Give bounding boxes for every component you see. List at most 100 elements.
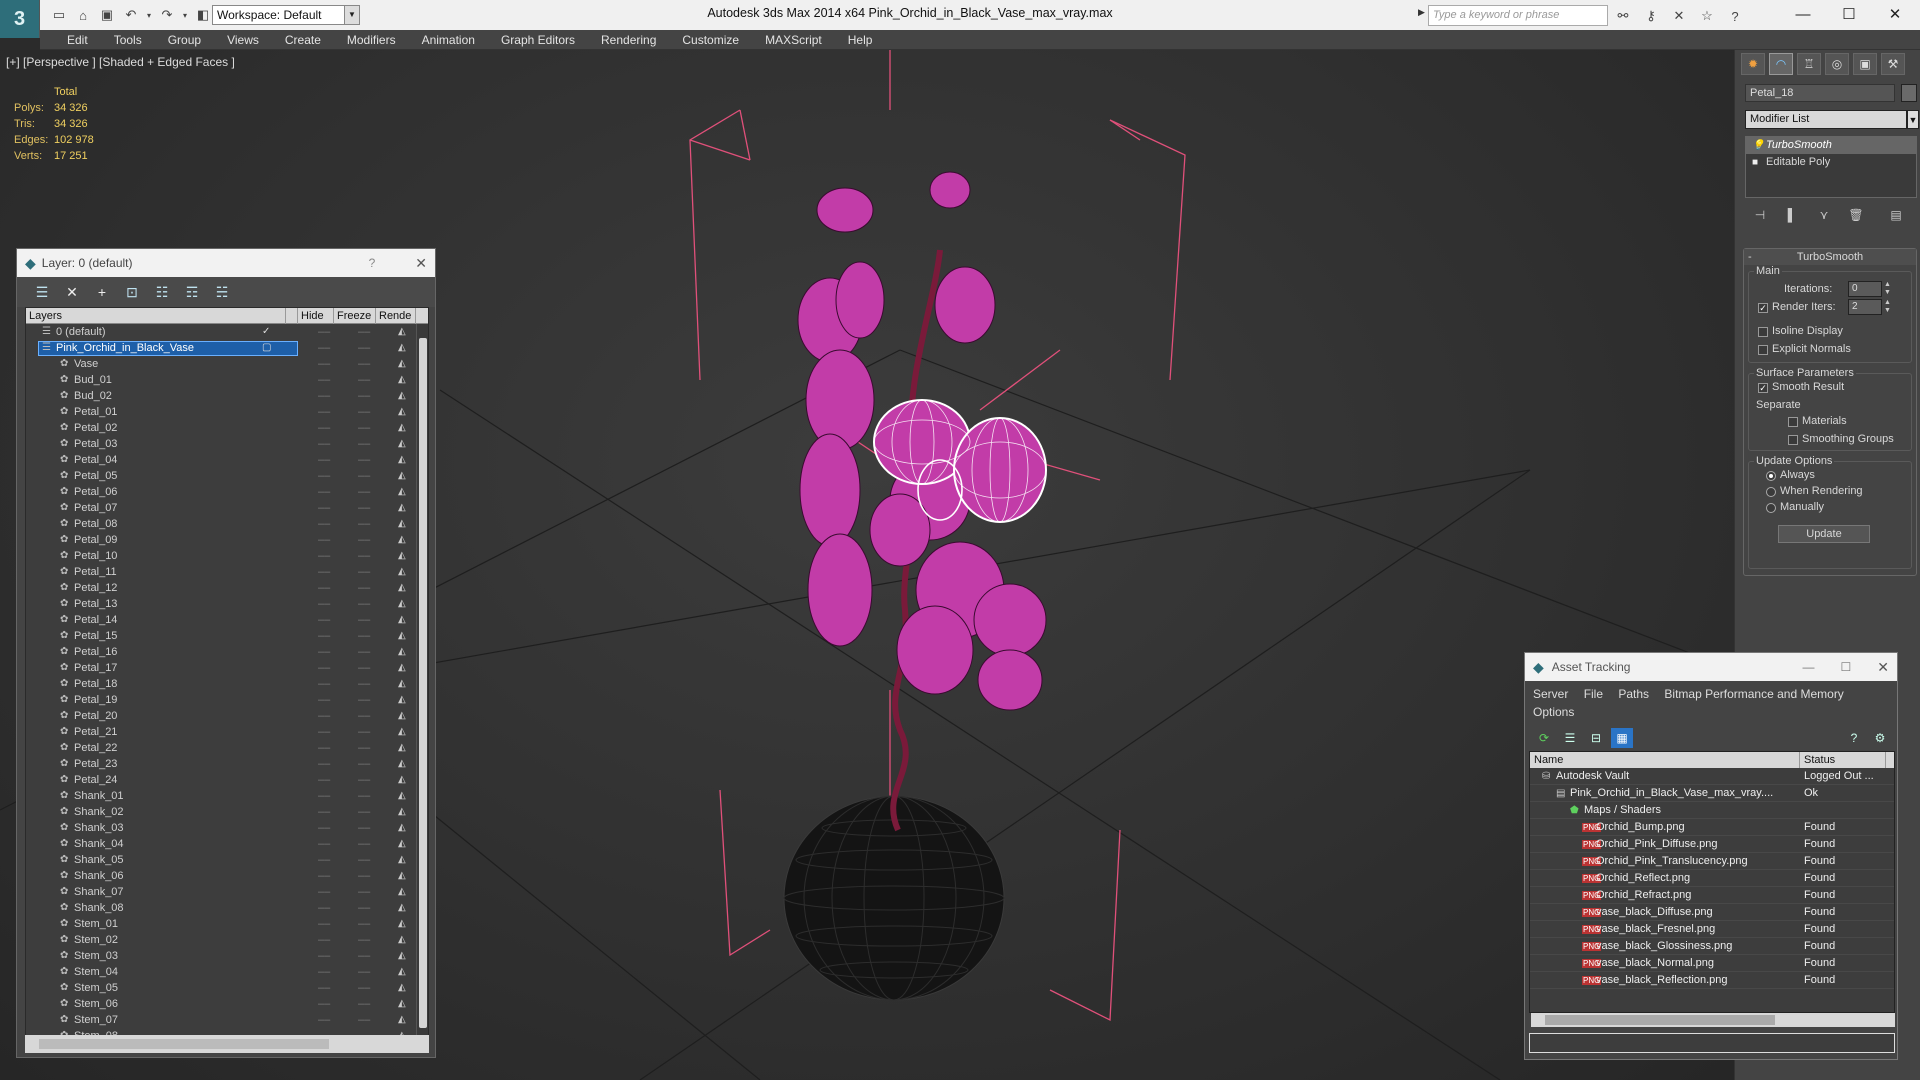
highlight-layer-icon[interactable]: ☷ <box>151 281 173 303</box>
asset-menu-options[interactable]: Options <box>1533 705 1574 719</box>
stack-item-turbosmooth[interactable]: 💡 TurboSmooth <box>1746 137 1916 154</box>
render-teapot-icon[interactable]: ◭ <box>398 372 406 388</box>
hierarchy-tab-icon[interactable]: ♖ <box>1797 53 1821 75</box>
render-teapot-icon[interactable]: ◭ <box>398 740 406 756</box>
layer-row[interactable]: ✿ Shank_06 –– –– ◭ <box>26 868 428 884</box>
render-teapot-icon[interactable]: ◭ <box>398 788 406 804</box>
current-layer-icon[interactable]: ✓ <box>262 324 270 340</box>
object-name-field[interactable]: Petal_18 <box>1745 84 1895 102</box>
minimize-icon[interactable]: — <box>1780 0 1826 28</box>
freeze-toggle[interactable]: –– <box>358 468 370 484</box>
select-objects-icon[interactable]: ⊡ <box>121 281 143 303</box>
freeze-toggle[interactable]: –– <box>358 868 370 884</box>
freeze-toggle[interactable]: –– <box>358 516 370 532</box>
hide-toggle[interactable]: –– <box>318 900 330 916</box>
render-teapot-icon[interactable]: ◭ <box>398 612 406 628</box>
redo-icon[interactable]: ↷ <box>156 4 178 26</box>
render-teapot-icon[interactable]: ◭ <box>398 804 406 820</box>
render-teapot-icon[interactable]: ◭ <box>398 324 406 340</box>
configure-sets-icon[interactable]: ▤ <box>1887 208 1905 222</box>
render-teapot-icon[interactable]: ◭ <box>398 772 406 788</box>
iterations-spin-arrows-icon[interactable]: ▲ ▼ <box>1884 281 1892 297</box>
freeze-toggle[interactable]: –– <box>358 788 370 804</box>
render-teapot-icon[interactable]: ◭ <box>398 500 406 516</box>
hide-toggle[interactable]: –– <box>318 388 330 404</box>
hide-toggle[interactable]: –– <box>318 868 330 884</box>
freeze-toggle[interactable]: –– <box>358 500 370 516</box>
hide-toggle[interactable]: –– <box>318 564 330 580</box>
render-teapot-icon[interactable]: ◭ <box>398 836 406 852</box>
layer-row[interactable]: ✿ Stem_03 –– –– ◭ <box>26 948 428 964</box>
smoothing-groups-checkbox[interactable] <box>1788 435 1798 445</box>
layer-help-icon[interactable]: ? <box>369 256 376 270</box>
hide-toggle[interactable]: –– <box>318 772 330 788</box>
undo-dropdown-icon[interactable]: ▾ <box>144 4 154 26</box>
col-layers[interactable]: Layers <box>26 308 286 324</box>
layer-row[interactable]: ✿ Petal_19 –– –– ◭ <box>26 692 428 708</box>
render-teapot-icon[interactable]: ◭ <box>398 916 406 932</box>
layer-row[interactable]: ✿ Stem_01 –– –– ◭ <box>26 916 428 932</box>
asset-menu-bitmap[interactable]: Bitmap Performance and Memory <box>1664 687 1843 701</box>
layer-vertical-scrollbar[interactable] <box>416 324 428 1048</box>
layer-row[interactable]: ✿ Petal_23 –– –– ◭ <box>26 756 428 772</box>
new-file-icon[interactable]: ▭ <box>48 4 70 26</box>
freeze-toggle[interactable]: –– <box>358 852 370 868</box>
asset-menu-paths[interactable]: Paths <box>1618 687 1649 701</box>
layer-horizontal-scrollbar[interactable] <box>25 1035 429 1053</box>
motion-tab-icon[interactable]: ◎ <box>1825 53 1849 75</box>
manually-radio[interactable] <box>1766 503 1776 513</box>
render-teapot-icon[interactable]: ◭ <box>398 356 406 372</box>
modifier-list-dropdown[interactable]: Modifier List <box>1745 110 1907 129</box>
menu-tools[interactable]: Tools <box>101 30 155 50</box>
hide-toggle[interactable]: –– <box>318 404 330 420</box>
help-icon[interactable]: ? <box>1724 5 1746 27</box>
render-teapot-icon[interactable]: ◭ <box>398 532 406 548</box>
layer-row[interactable]: ✿ Stem_07 –– –– ◭ <box>26 1012 428 1028</box>
hide-toggle[interactable]: –– <box>318 804 330 820</box>
project-folder-icon[interactable]: ◧ <box>192 4 214 26</box>
asset-help-icon[interactable]: ? <box>1843 728 1865 748</box>
asset-minimize-icon[interactable]: — <box>1803 660 1815 674</box>
freeze-toggle[interactable]: –– <box>358 708 370 724</box>
layer-close-icon[interactable]: ✕ <box>415 255 427 272</box>
render-teapot-icon[interactable]: ◭ <box>398 340 406 356</box>
hide-toggle[interactable]: –– <box>318 1012 330 1028</box>
freeze-toggle[interactable]: –– <box>358 964 370 980</box>
iterations-spinner[interactable]: 0 <box>1848 281 1882 297</box>
render-teapot-icon[interactable]: ◭ <box>398 404 406 420</box>
asset-row[interactable]: PNG Orchid_Pink_Translucency.png Found <box>1530 853 1894 870</box>
layer-row[interactable]: ✿ Petal_18 –– –– ◭ <box>26 676 428 692</box>
layer-row[interactable]: ✿ Petal_02 –– –– ◭ <box>26 420 428 436</box>
layer-row[interactable]: ✿ Bud_02 –– –– ◭ <box>26 388 428 404</box>
explicit-normals-checkbox[interactable] <box>1758 345 1768 355</box>
hide-toggle[interactable]: –– <box>318 452 330 468</box>
asset-row[interactable]: PNG vase_black_Normal.png Found <box>1530 955 1894 972</box>
hide-toggle[interactable]: –– <box>318 708 330 724</box>
layer-row[interactable]: ✿ Bud_01 –– –– ◭ <box>26 372 428 388</box>
layer-row[interactable]: ✿ Shank_03 –– –– ◭ <box>26 820 428 836</box>
hide-toggle[interactable]: –– <box>318 980 330 996</box>
hide-toggle[interactable]: –– <box>318 932 330 948</box>
freeze-toggle[interactable]: –– <box>358 724 370 740</box>
hide-toggle[interactable]: –– <box>318 836 330 852</box>
hide-toggle[interactable]: –– <box>318 916 330 932</box>
update-button[interactable]: Update <box>1778 525 1870 543</box>
render-teapot-icon[interactable]: ◭ <box>398 596 406 612</box>
hide-toggle[interactable]: –– <box>318 852 330 868</box>
when-rendering-radio[interactable] <box>1766 487 1776 497</box>
asset-row[interactable]: PNG Orchid_Reflect.png Found <box>1530 870 1894 887</box>
create-layer-icon[interactable]: ☰ <box>31 281 53 303</box>
render-teapot-icon[interactable]: ◭ <box>398 948 406 964</box>
render-teapot-icon[interactable]: ◭ <box>398 660 406 676</box>
modifier-list-chevron-down-icon[interactable]: ▼ <box>1907 110 1919 129</box>
freeze-toggle[interactable]: –– <box>358 388 370 404</box>
render-teapot-icon[interactable]: ◭ <box>398 628 406 644</box>
layer-row[interactable]: ✿ Petal_11 –– –– ◭ <box>26 564 428 580</box>
layer-row[interactable]: ✿ Petal_21 –– –– ◭ <box>26 724 428 740</box>
freeze-toggle[interactable]: –– <box>358 596 370 612</box>
asset-row[interactable]: PNG vase_black_Diffuse.png Found <box>1530 904 1894 921</box>
menu-group[interactable]: Group <box>155 30 214 50</box>
menu-help[interactable]: Help <box>835 30 886 50</box>
hide-toggle[interactable]: –– <box>318 484 330 500</box>
hide-toggle[interactable]: –– <box>318 500 330 516</box>
